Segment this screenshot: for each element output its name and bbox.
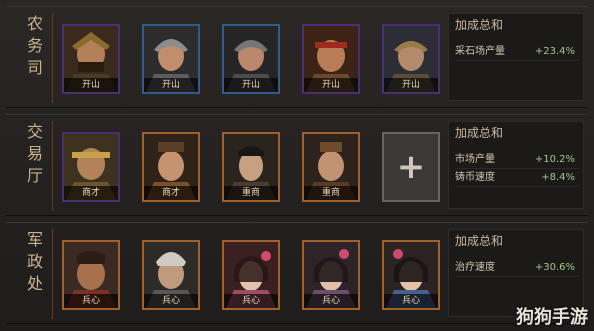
officer-card[interactable]: 重商: [302, 132, 360, 202]
officer-trait: 商才: [64, 186, 118, 200]
officer-card[interactable]: 商才: [142, 132, 200, 202]
row-title: 农务司: [20, 13, 50, 79]
bonus-label: 采石场产量: [455, 46, 505, 57]
divider: [52, 13, 53, 103]
bonus-value: +23.4%: [534, 46, 575, 57]
row-title-text: 农务司: [20, 13, 50, 79]
officer-card[interactable]: 开山: [382, 24, 440, 94]
officer-card[interactable]: 兵心: [62, 240, 120, 310]
officer-card[interactable]: 重商: [222, 132, 280, 202]
row-title-char: 农: [26, 14, 43, 33]
bonus-value: +8.4%: [541, 172, 575, 183]
officer-trait: 兵心: [144, 294, 198, 308]
divider: [52, 229, 53, 319]
officer-trait: 重商: [224, 186, 278, 200]
officer-card[interactable]: 兵心: [302, 240, 360, 310]
bonus-line: 市场产量 +10.2%: [455, 152, 579, 169]
row-agriculture: 农务司 开山 开山 开山 开山 开山 加成总和 采石场产量 +23.4%: [6, 6, 588, 108]
row-title-char: 厅: [26, 166, 43, 185]
officer-card[interactable]: 兵心: [222, 240, 280, 310]
officer-card[interactable]: 开山: [62, 24, 120, 94]
row-trade-hall: 交易厅 商才 商才 重商 重商 + 加成总和 市场产量 +10.2% 铸币速度 …: [6, 114, 588, 216]
officer-card[interactable]: 商才: [62, 132, 120, 202]
add-officer-slot[interactable]: +: [382, 132, 440, 202]
officer-card[interactable]: 兵心: [142, 240, 200, 310]
plus-icon: +: [396, 147, 426, 187]
officer-card[interactable]: 兵心: [382, 240, 440, 310]
officer-trait: 商才: [144, 186, 198, 200]
officer-trait: 兵心: [64, 294, 118, 308]
bonus-label: 治疗速度: [455, 262, 495, 273]
officer-trait: 开山: [304, 78, 358, 92]
bonus-heading: 加成总和: [455, 126, 504, 140]
bonus-line: 采石场产量 +23.4%: [455, 44, 579, 61]
row-title-text: 交易厅: [20, 121, 50, 187]
row-title-char: 司: [26, 58, 43, 77]
bonus-summary: 加成总和 市场产量 +10.2% 铸币速度 +8.4%: [448, 121, 584, 209]
bonus-heading: 加成总和: [455, 234, 504, 248]
officer-trait: 开山: [64, 78, 118, 92]
row-title-char: 处: [26, 274, 43, 293]
row-title-text: 军政处: [20, 229, 50, 295]
bonus-label: 市场产量: [455, 154, 495, 165]
bonus-line: 治疗速度 +30.6%: [455, 260, 579, 277]
divider: [52, 121, 53, 211]
officer-trait: 开山: [224, 78, 278, 92]
officer-trait: 开山: [384, 78, 438, 92]
officer-card[interactable]: 开山: [142, 24, 200, 94]
watermark-text: 狗狗手游: [516, 307, 588, 328]
row-title: 交易厅: [20, 121, 50, 187]
officer-card[interactable]: 开山: [222, 24, 280, 94]
bonus-label: 铸币速度: [455, 172, 495, 183]
row-title-char: 易: [26, 144, 43, 163]
officer-trait: 开山: [144, 78, 198, 92]
row-title: 军政处: [20, 229, 50, 295]
officer-card[interactable]: 开山: [302, 24, 360, 94]
officer-trait: 兵心: [304, 294, 358, 308]
row-title-char: 政: [26, 252, 43, 271]
bonus-line: 铸币速度 +8.4%: [455, 170, 579, 187]
bonus-value: +10.2%: [534, 154, 575, 165]
row-military-office: 军政处 兵心 兵心 兵心 兵心 兵心 加成总和 治疗速度 +30.6%: [6, 222, 588, 324]
building-assignment-panel: 农务司 开山 开山 开山 开山 开山 加成总和 采石场产量 +23.4% 交 易…: [0, 0, 594, 331]
officer-trait: 兵心: [224, 294, 278, 308]
officer-trait: 兵心: [384, 294, 438, 308]
row-title-char: 交: [26, 122, 43, 141]
row-title-char: 军: [26, 230, 43, 249]
bonus-summary: 加成总和 采石场产量 +23.4%: [448, 13, 584, 101]
bonus-value: +30.6%: [534, 262, 575, 273]
officer-trait: 重商: [304, 186, 358, 200]
row-title-char: 务: [26, 36, 43, 55]
bonus-heading: 加成总和: [455, 18, 504, 32]
